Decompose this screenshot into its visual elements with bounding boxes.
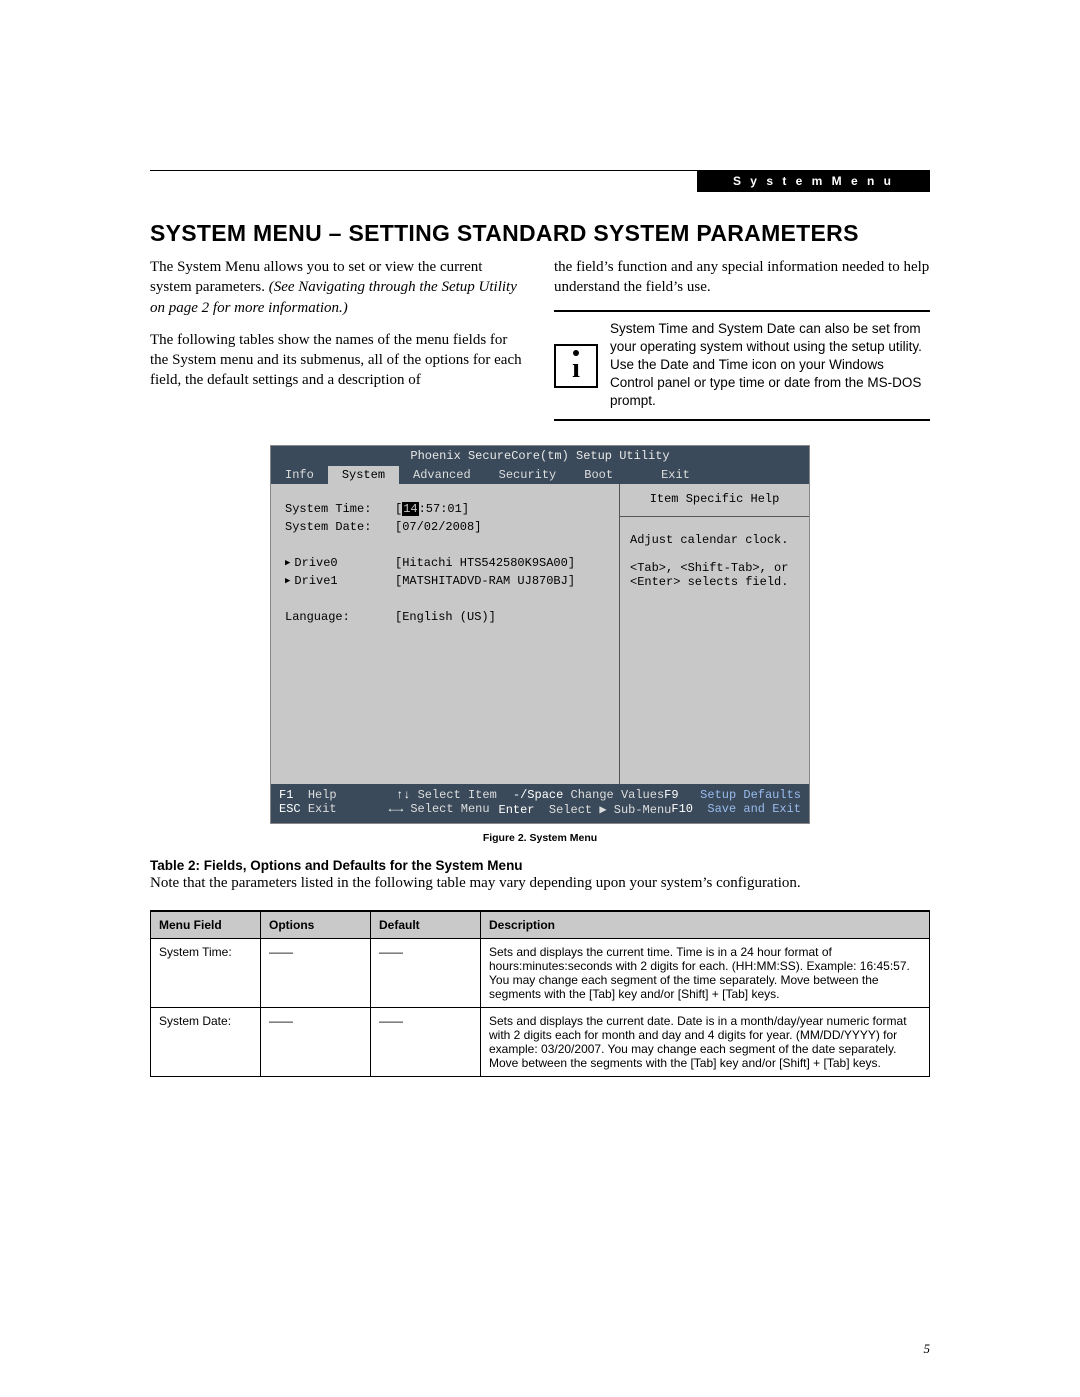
page-title: SYSTEM MENU – SETTING STANDARD SYSTEM PA… [150,220,930,247]
cell-description: Sets and displays the current time. Time… [481,938,930,1007]
bios-footer: F1 Help ↑↓ Select Item -/Space Change Va… [271,784,809,823]
table-row: System Date: —— —— Sets and displays the… [151,1007,930,1076]
page-number: 5 [924,1341,931,1357]
bios-row-language[interactable]: Language: [English (US)] [285,610,609,624]
header-rule: S y s t e m M e n u [150,170,930,171]
bios-cursor: 14 [402,502,418,516]
info-text: System Time and System Date can also be … [610,320,930,411]
bios-tab-advanced[interactable]: Advanced [399,466,485,484]
bios-label-language: Language: [285,610,395,624]
bios-screenshot: Phoenix SecureCore(tm) Setup Utility Inf… [270,445,810,824]
body-columns: The System Menu allows you to set or vie… [150,257,930,421]
bios-tab-bar: Info System Advanced Security Boot Exit [271,466,809,484]
bios-tab-exit[interactable]: Exit [647,466,704,484]
bios-title: Phoenix SecureCore(tm) Setup Utility [271,446,809,466]
th-options: Options [261,911,371,939]
bios-left-pane: System Time: [14:57:01] System Date: [07… [271,484,619,784]
cell-options: —— [261,1007,371,1076]
bios-help-line2: <Tab>, <Shift-Tab>, or [630,561,799,575]
bios-value-drive1: [MATSHITADVD-RAM UJ870BJ] [395,574,609,588]
bios-row-drive0[interactable]: Drive0 [Hitachi HTS542580K9SA00] [285,556,609,570]
bios-help-title: Item Specific Help [630,492,799,506]
bios-tab-info[interactable]: Info [271,466,328,484]
bios-row-drive1[interactable]: Drive1 [MATSHITADVD-RAM UJ870BJ] [285,574,609,588]
table-title: Table 2: Fields, Options and Defaults fo… [150,858,930,873]
bios-tab-system[interactable]: System [328,466,399,484]
section-badge: S y s t e m M e n u [697,170,930,192]
cell-menu-field: System Time: [151,938,261,1007]
intro-paragraph-3: the field’s function and any special inf… [554,257,930,298]
bios-help-pane: Item Specific Help Adjust calendar clock… [619,484,809,784]
bios-label-system-time: System Time: [285,502,395,516]
info-icon: ı [554,344,598,388]
bios-value-system-time[interactable]: [14:57:01] [395,502,609,516]
bios-tab-security[interactable]: Security [485,466,571,484]
table-row: System Time: —— —— Sets and displays the… [151,938,930,1007]
params-table: Menu Field Options Default Description S… [150,910,930,1077]
info-callout: ı System Time and System Date can also b… [554,310,930,421]
cell-menu-field: System Date: [151,1007,261,1076]
bios-value-system-date[interactable]: [07/02/2008] [395,520,609,534]
cell-options: —— [261,938,371,1007]
bios-label-drive1: Drive1 [285,574,395,588]
bios-label-drive0: Drive0 [285,556,395,570]
table-note: Note that the parameters listed in the f… [150,875,930,892]
bios-row-system-date[interactable]: System Date: [07/02/2008] [285,520,609,534]
bios-body: System Time: [14:57:01] System Date: [07… [271,484,809,784]
bios-help-line3: <Enter> selects field. [630,575,799,589]
bios-value-drive0: [Hitachi HTS542580K9SA00] [395,556,609,570]
bios-help-line1: Adjust calendar clock. [630,533,799,547]
cell-default: —— [371,1007,481,1076]
th-menu-field: Menu Field [151,911,261,939]
th-default: Default [371,911,481,939]
intro-paragraph-1: The System Menu allows you to set or vie… [150,257,526,318]
bios-tab-boot[interactable]: Boot [570,466,627,484]
th-description: Description [481,911,930,939]
cell-default: —— [371,938,481,1007]
bios-row-system-time[interactable]: System Time: [14:57:01] [285,502,609,516]
figure-caption: Figure 2. System Menu [150,832,930,844]
intro-paragraph-2: The following tables show the names of t… [150,330,526,391]
cell-description: Sets and displays the current date. Date… [481,1007,930,1076]
bios-label-system-date: System Date: [285,520,395,534]
bios-value-language[interactable]: [English (US)] [395,610,609,624]
